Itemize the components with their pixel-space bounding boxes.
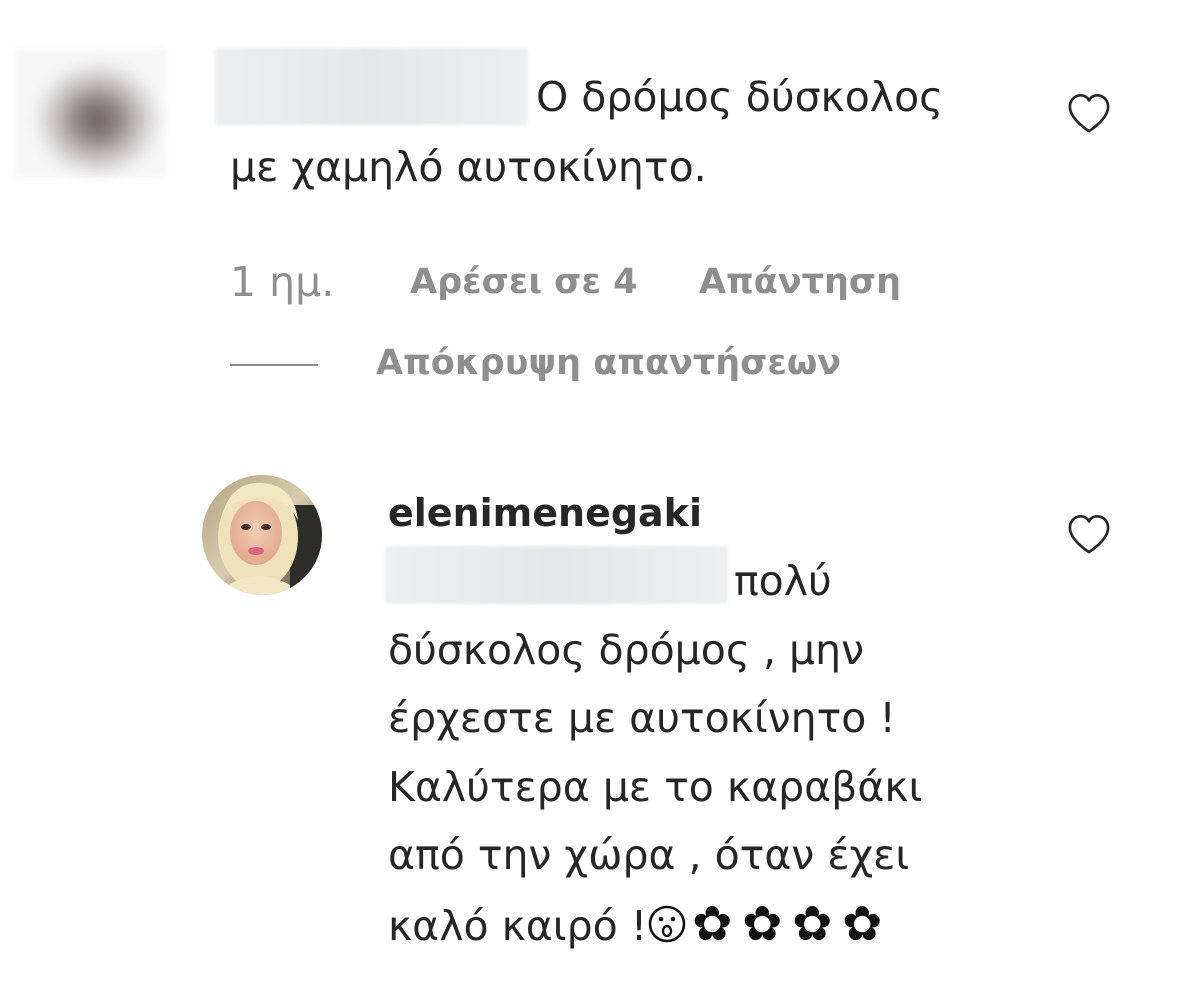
avatar-blurred[interactable] xyxy=(14,48,166,178)
open-mouth-face-icon xyxy=(647,904,687,944)
comment-line-2: με χαμηλό αυτοκίνητο. xyxy=(230,143,707,191)
flower-icon: ✿ xyxy=(792,895,833,952)
comment-line-1: Ο δρόμος δύσκολος xyxy=(536,73,944,121)
reply-line-5: από την χώρα , όταν έχει xyxy=(388,831,910,880)
username[interactable]: elenimenegaki xyxy=(388,484,702,542)
reply-text: πολύ δύσκολος δρόμος , μην έρχεστε με αυτο… xyxy=(388,547,1028,961)
comment-likes-link[interactable]: Αρέσει σε 4 xyxy=(410,255,637,309)
flower-icon: ✿ xyxy=(742,895,783,952)
reply-line-1: πολύ xyxy=(734,557,832,605)
heart-icon[interactable] xyxy=(1066,91,1112,135)
flower-icon: ✿ xyxy=(692,895,733,952)
comment-text: Ο δρόμος δύσκολος με χαμηλό αυτοκίνητο. xyxy=(230,62,1050,202)
hide-replies-button[interactable]: Απόκρυψη απαντήσεων xyxy=(376,336,841,390)
reply-line-4: Καλύτερα με το καραβάκι xyxy=(388,762,923,811)
heart-icon[interactable] xyxy=(1066,512,1112,556)
divider-line xyxy=(230,364,318,366)
reply-line-6: καλό καιρό ! xyxy=(388,901,648,950)
avatar[interactable] xyxy=(202,475,322,595)
reply-line-2: δύσκολος δρόμος , μην xyxy=(388,625,864,674)
flower-icon: ✿ xyxy=(842,895,883,952)
reply-button[interactable]: Απάντηση xyxy=(699,255,901,309)
reply-line-3: έρχεστε με αυτοκίνητο ! xyxy=(388,694,896,743)
comment-timestamp: 1 ημ. xyxy=(230,258,335,306)
